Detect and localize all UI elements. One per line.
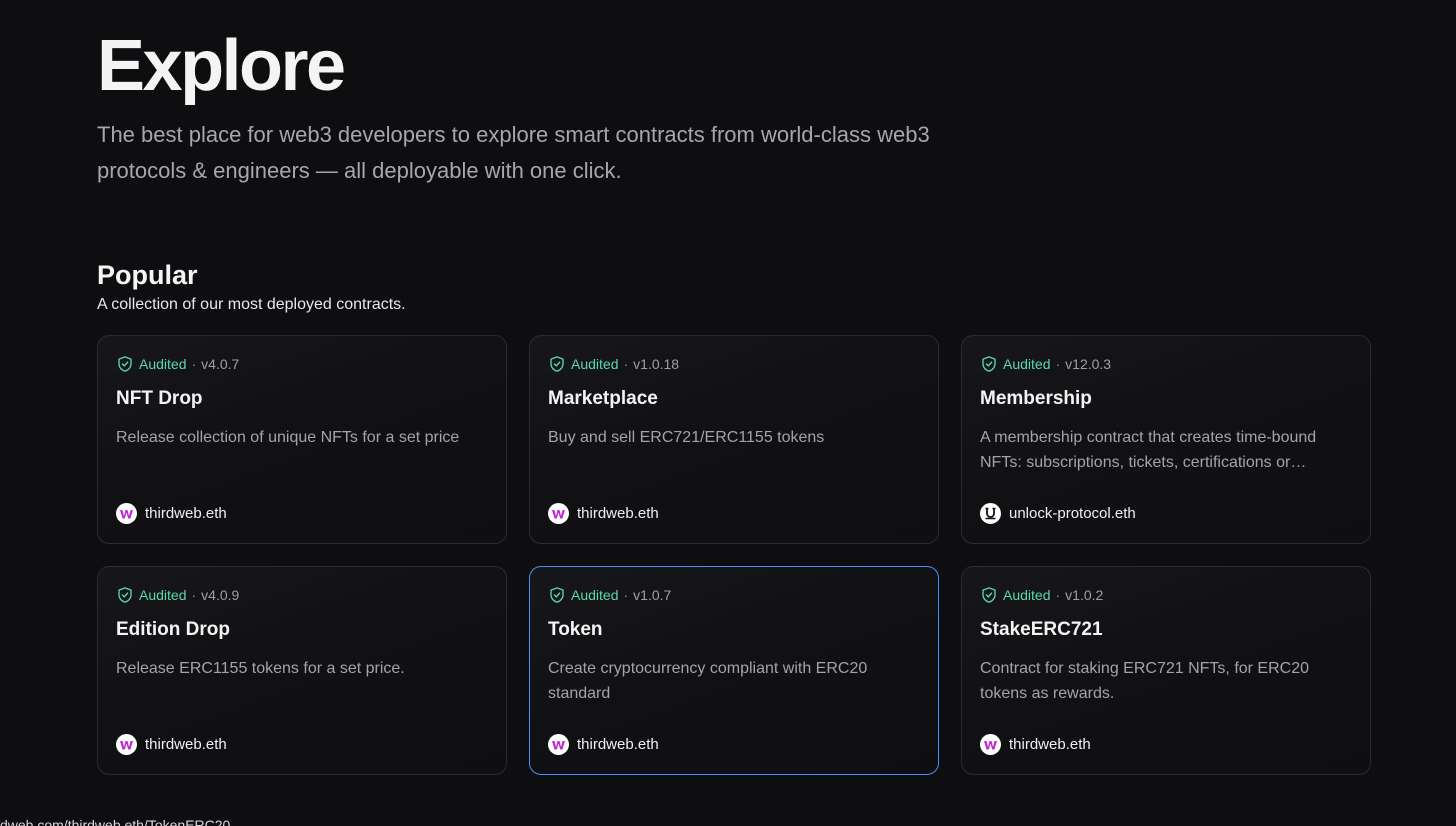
version-label: v1.0.18 [633, 356, 680, 372]
card-description: Buy and sell ERC721/ERC1155 tokens [548, 429, 825, 446]
contract-card-nft-drop[interactable]: Audited · v4.0.7 NFT Drop Release collec… [97, 335, 507, 544]
thirdweb-logo-icon [116, 503, 137, 524]
contract-card-token[interactable]: Audited · v1.0.7 Token Create cryptocurr… [529, 566, 939, 775]
card-description: Contract for staking ERC721 NFTs, for ER… [980, 660, 1310, 702]
shield-check-icon [116, 586, 134, 604]
page-title: Explore [97, 26, 346, 106]
contract-card-stake-erc721[interactable]: Audited · v1.0.2 StakeERC721 Contract fo… [961, 566, 1371, 775]
card-meta: Audited · v4.0.9 [116, 585, 488, 605]
card-meta: Audited · v1.0.7 [548, 585, 920, 605]
shield-check-icon [548, 586, 566, 604]
shield-check-icon [116, 355, 134, 373]
card-meta: Audited · v12.0.3 [980, 354, 1352, 374]
status-bar-url: dweb.com/thirdweb.eth/TokenERC20 [0, 814, 235, 826]
publisher-name: thirdweb.eth [145, 505, 227, 522]
publisher-name: thirdweb.eth [145, 736, 227, 753]
version-label: v4.0.9 [201, 587, 240, 603]
audited-label: Audited [139, 356, 187, 372]
thirdweb-logo-icon [548, 503, 569, 524]
publisher-link[interactable]: thirdweb.eth [116, 503, 227, 524]
section-title-popular: Popular [97, 260, 198, 290]
publisher-name: thirdweb.eth [1009, 736, 1091, 753]
shield-check-icon [980, 586, 998, 604]
contract-card-marketplace[interactable]: Audited · v1.0.18 Marketplace Buy and se… [529, 335, 939, 544]
card-meta: Audited · v1.0.2 [980, 585, 1352, 605]
audited-label: Audited [1003, 356, 1051, 372]
publisher-link[interactable]: thirdweb.eth [116, 734, 227, 755]
meta-separator: · [623, 587, 629, 603]
card-description: Release ERC1155 tokens for a set price. [116, 660, 405, 677]
card-title: StakeERC721 [980, 619, 1103, 640]
audited-label: Audited [571, 356, 619, 372]
card-title: Membership [980, 388, 1092, 409]
card-meta: Audited · v4.0.7 [116, 354, 488, 374]
thirdweb-logo-icon [980, 734, 1001, 755]
version-label: v1.0.7 [633, 587, 672, 603]
publisher-name: thirdweb.eth [577, 736, 659, 753]
card-meta: Audited · v1.0.18 [548, 354, 920, 374]
audited-label: Audited [571, 587, 619, 603]
meta-separator: · [623, 356, 629, 372]
shield-check-icon [548, 355, 566, 373]
shield-check-icon [980, 355, 998, 373]
card-description: Release collection of unique NFTs for a … [116, 429, 460, 446]
contract-card-edition-drop[interactable]: Audited · v4.0.9 Edition Drop Release ER… [97, 566, 507, 775]
meta-separator: · [191, 587, 197, 603]
publisher-link[interactable]: thirdweb.eth [548, 503, 659, 524]
card-title: Marketplace [548, 388, 658, 409]
publisher-link[interactable]: unlock-protocol.eth [980, 503, 1136, 524]
version-label: v12.0.3 [1065, 356, 1112, 372]
publisher-name: thirdweb.eth [577, 505, 659, 522]
meta-separator: · [1055, 356, 1061, 372]
card-title: Edition Drop [116, 619, 230, 640]
section-subtitle-popular: A collection of our most deployed contra… [97, 296, 406, 313]
publisher-name: unlock-protocol.eth [1009, 505, 1136, 522]
audited-label: Audited [139, 587, 187, 603]
explore-page: Explore The best place for web3 develope… [0, 0, 1456, 826]
publisher-link[interactable]: thirdweb.eth [548, 734, 659, 755]
version-label: v1.0.2 [1065, 587, 1104, 603]
contract-card-grid: Audited · v4.0.7 NFT Drop Release collec… [97, 335, 1371, 775]
version-label: v4.0.7 [201, 356, 240, 372]
unlock-logo-icon [980, 503, 1001, 524]
card-description: Create cryptocurrency compliant with ERC… [548, 660, 868, 702]
publisher-link[interactable]: thirdweb.eth [980, 734, 1091, 755]
meta-separator: · [1055, 587, 1061, 603]
audited-label: Audited [1003, 587, 1051, 603]
page-subtitle: The best place for web3 developers to ex… [97, 122, 930, 183]
contract-card-membership[interactable]: Audited · v12.0.3 Membership A membershi… [961, 335, 1371, 544]
thirdweb-logo-icon [548, 734, 569, 755]
meta-separator: · [191, 356, 197, 372]
card-description: A membership contract that creates time-… [980, 429, 1317, 471]
thirdweb-logo-icon [116, 734, 137, 755]
card-title: Token [548, 619, 603, 640]
card-title: NFT Drop [116, 388, 203, 409]
